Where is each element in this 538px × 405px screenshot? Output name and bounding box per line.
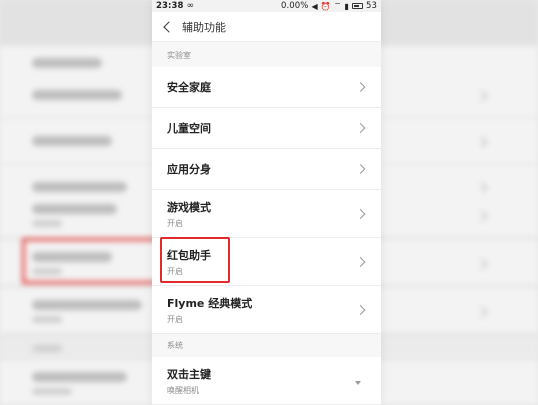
blurred-text [32,90,122,100]
item-title: 安全家庭 [167,81,211,94]
phone-screen: 23:38 ∞ 0.00% ◀ ⏰ ⌔ ▮ 53 辅助功能 实验室 安全家庭 儿… [152,0,381,405]
blurred-text [32,372,127,382]
blurred-subtext [32,388,72,395]
back-button[interactable] [152,12,182,42]
item-value: 唤醒相机 [167,385,199,395]
status-bar: 23:38 ∞ 0.00% ◀ ⏰ ⌔ ▮ 53 [152,0,381,12]
item-status: 开启 [167,314,183,324]
blurred-text [32,204,117,214]
page-title: 辅助功能 [182,20,226,34]
section-label-lab: 实验室 [152,42,381,67]
section-label-system: 系统 [152,334,381,357]
blurred-chevron [476,258,488,270]
signal-icon: ▮ [344,1,349,11]
blurred-chevron [476,210,488,222]
blurred-chevron [476,136,488,148]
item-status: 开启 [167,218,183,228]
item-status: 开启 [167,266,183,276]
loop-icon: ∞ [186,1,195,11]
wifi-icon: ⌔ [333,1,342,10]
item-title: 红包助手 [167,248,211,262]
item-title: 应用分身 [167,163,211,176]
item-title: 游戏模式 [167,200,211,214]
status-time: 23:38 [156,1,184,11]
blurred-text [32,345,62,352]
settings-item-safe-family[interactable]: 安全家庭 [152,67,381,108]
battery-icon [351,3,363,9]
settings-item-kids-space[interactable]: 儿童空间 [152,108,381,149]
item-title: 双击主键 [167,367,211,381]
alarm-icon: ⏰ [320,1,331,11]
mute-icon: ◀ [311,1,318,11]
back-arrow-icon [163,20,175,33]
settings-item-flyme-classic-mode[interactable]: Flyme 经典模式 开启 [152,286,381,334]
blurred-text [32,300,142,310]
settings-item-game-mode[interactable]: 游戏模式 开启 [152,190,381,238]
settings-item-red-packet-assistant[interactable]: 红包助手 开启 [152,238,381,286]
blurred-subtext [32,220,62,227]
battery-level: 53 [365,1,377,11]
app-header: 辅助功能 [152,12,381,42]
blurred-text [32,136,112,146]
blurred-chevron [476,306,488,318]
network-speed: 0.00% [280,1,309,11]
status-right: 0.00% ◀ ⏰ ⌔ ▮ 53 [281,1,377,11]
blurred-subtext [32,316,62,323]
dropdown-arrow-icon [355,381,361,386]
blurred-highlight [22,238,162,284]
item-title: 儿童空间 [167,122,211,135]
blurred-text [32,182,127,192]
settings-item-double-tap-home[interactable]: 双击主键 唤醒相机 [152,357,381,405]
item-title: Flyme 经典模式 [167,296,253,310]
blurred-text [32,58,102,68]
settings-item-app-clone[interactable]: 应用分身 [152,149,381,190]
blurred-chevron [476,90,488,102]
